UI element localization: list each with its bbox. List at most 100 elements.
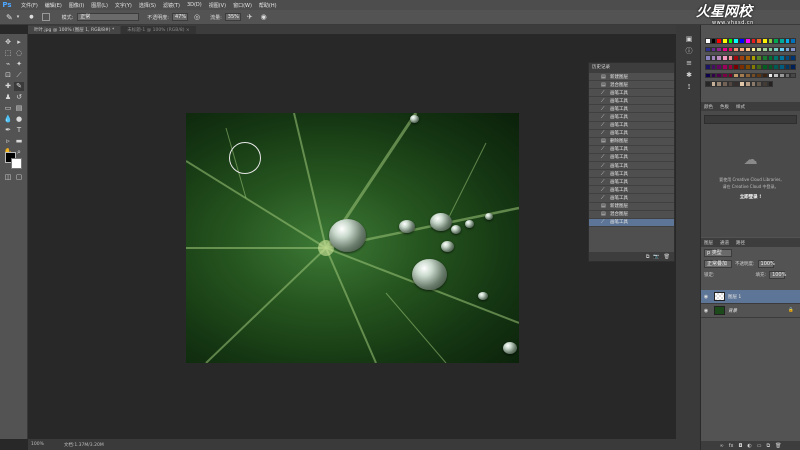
color-swatch[interactable]	[790, 63, 796, 70]
pressure-opacity-icon[interactable]: ◎	[194, 13, 200, 21]
menu-filter[interactable]: 滤镜(T)	[163, 2, 180, 9]
mode-select[interactable]: 正常	[77, 13, 140, 21]
history-item[interactable]: ⟋ 画笔工具	[589, 146, 674, 154]
tab-layers[interactable]: 图层	[704, 240, 713, 246]
swatches-panel[interactable]	[705, 38, 797, 90]
properties-icon[interactable]: ≡	[684, 59, 694, 68]
layer-row-1[interactable]: ◉ 图层 1	[701, 290, 800, 304]
history-item[interactable]: ⟋ 画笔工具	[589, 162, 674, 171]
color-swatch[interactable]	[790, 72, 796, 79]
history-item[interactable]: ⟋ 画笔工具	[589, 97, 674, 106]
gradient-tool-icon[interactable]: ▤	[14, 104, 24, 113]
artboard-tool-icon[interactable]: ▸	[14, 38, 24, 47]
opacity-input[interactable]: 47%	[171, 13, 188, 21]
blur-tool-icon[interactable]: 💧	[3, 115, 13, 124]
zoom-level[interactable]: 100%	[31, 442, 44, 447]
visibility-eye-icon[interactable]: ◉	[701, 308, 711, 314]
history-item[interactable]: ⟋ 画笔工具	[589, 170, 674, 179]
menu-window[interactable]: 窗口(W)	[233, 2, 252, 9]
color-swatch[interactable]	[767, 81, 774, 87]
tab-document-active[interactable]: 叶叶.jpg @ 100% (图层 1, RGB/8#) *	[28, 26, 121, 34]
brush-tool-icon[interactable]: ✎	[6, 13, 13, 22]
folder-icon[interactable]: ▭	[757, 443, 762, 449]
library-select[interactable]	[704, 115, 797, 124]
adjustment-layer-icon[interactable]: ◐	[747, 443, 751, 449]
history-brush-tool-icon[interactable]: ↺	[14, 93, 24, 102]
brush-size-label[interactable]: ●	[29, 14, 33, 20]
chevron-down-icon[interactable]: ▾	[17, 14, 20, 20]
menu-image[interactable]: 图像(I)	[69, 2, 84, 9]
new-document-icon[interactable]: ⧉	[646, 254, 650, 260]
tab-paths[interactable]: 路径	[736, 240, 745, 246]
tab-color[interactable]: 颜色	[704, 104, 713, 110]
crop-tool-icon[interactable]: ⊡	[3, 71, 13, 80]
background-color-swatch[interactable]	[11, 158, 22, 169]
eraser-tool-icon[interactable]: ▭	[3, 104, 13, 113]
eyedropper-tool-icon[interactable]: ⟋	[14, 71, 24, 80]
trash-icon[interactable]: 🗑	[664, 254, 670, 260]
quick-mask-icon[interactable]: ◫	[3, 173, 13, 182]
menu-edit[interactable]: 编辑(E)	[45, 2, 62, 9]
history-item[interactable]: ▤ 混合图层	[589, 81, 674, 90]
color-swatch[interactable]	[790, 55, 796, 61]
layer-opacity-input[interactable]: 100%	[757, 259, 775, 268]
menu-view[interactable]: 视图(V)	[209, 2, 226, 9]
layer-row-background[interactable]: ◉ 背景 🔒	[701, 304, 800, 318]
tab-styles[interactable]: 样式	[736, 104, 745, 110]
history-item[interactable]: ⟋ 画笔工具	[589, 130, 674, 138]
history-item[interactable]: ⟋ 画笔工具	[589, 105, 674, 114]
menu-file[interactable]: 文件(F)	[21, 2, 38, 9]
trash-icon[interactable]: 🗑	[775, 443, 781, 449]
history-item[interactable]: ▤ 删除图层	[589, 138, 674, 146]
tab-document-untitled[interactable]: 未标题-1 @ 100% (RGB/8) ×	[121, 26, 196, 34]
history-item[interactable]: ⟋ 画笔工具	[589, 154, 674, 163]
magic-wand-tool-icon[interactable]: ✦	[14, 60, 24, 69]
brush-panel-icon[interactable]	[41, 13, 50, 21]
clone-stamp-tool-icon[interactable]: ♟	[3, 93, 13, 102]
link-icon[interactable]: ∞	[720, 443, 724, 449]
tab-swatches[interactable]: 色板	[720, 104, 729, 110]
history-item[interactable]: ▤ 新建图层	[589, 203, 674, 211]
type-tool-icon[interactable]: T	[14, 126, 24, 135]
fx-icon[interactable]: fx	[729, 443, 734, 449]
screen-mode-icon[interactable]: ▢	[14, 173, 24, 182]
layer-kind-filter[interactable]: p 类型	[704, 248, 732, 257]
mask-icon[interactable]: ◘	[738, 443, 742, 449]
lasso-tool-icon[interactable]: ◌	[14, 49, 24, 58]
menu-select[interactable]: 选择(S)	[139, 2, 156, 9]
history-item[interactable]: ⟋ 画笔工具	[589, 218, 674, 227]
history-item[interactable]: ▤ 混合图层	[589, 211, 674, 219]
blend-mode-select[interactable]: 正常叠加	[704, 259, 732, 268]
history-item[interactable]: ⟋ 画笔工具	[589, 122, 674, 130]
rectangle-tool-icon[interactable]: ▬	[14, 137, 24, 146]
history-item[interactable]: ▤ 新建图层	[589, 73, 674, 82]
history-item[interactable]: ⟋ 画笔工具	[589, 186, 674, 195]
menu-type[interactable]: 文字(Y)	[115, 2, 132, 9]
airbrush-icon[interactable]: ✈	[247, 13, 253, 21]
menu-layer[interactable]: 图层(L)	[91, 2, 108, 9]
history-panel-title[interactable]: 历史记录	[589, 63, 674, 73]
info-icon[interactable]: ⓘ	[684, 47, 694, 56]
quick-select-tool-icon[interactable]: ⌁	[3, 60, 13, 69]
menu-help[interactable]: 帮助(H)	[259, 2, 277, 9]
color-swatch[interactable]	[790, 46, 796, 53]
fill-input[interactable]: 100%	[769, 270, 786, 279]
new-layer-icon[interactable]: ⧉	[767, 443, 771, 449]
history-item[interactable]: ⟋ 画笔工具	[589, 113, 674, 122]
login-link[interactable]: 立即登录 !	[701, 194, 800, 200]
flow-input[interactable]: 35%	[224, 13, 241, 21]
history-item[interactable]: ⟋ 画笔工具	[589, 89, 674, 98]
visibility-eye-icon[interactable]: ◉	[701, 294, 711, 300]
history-item[interactable]: ⟋ 画笔工具	[589, 178, 674, 187]
clone-source-icon[interactable]: ⟟	[684, 83, 694, 92]
tab-channels[interactable]: 通道	[720, 240, 729, 246]
path-select-tool-icon[interactable]: ▹	[3, 137, 13, 146]
move-tool-icon[interactable]: ✥	[3, 38, 13, 47]
pressure-size-icon[interactable]: ◉	[261, 13, 267, 21]
snapshot-icon[interactable]: 📷	[653, 254, 659, 260]
history-item[interactable]: ⟋ 画笔工具	[589, 194, 674, 203]
menu-3d[interactable]: 3D(D)	[187, 2, 202, 8]
brush-tool-icon[interactable]: ✎	[14, 82, 24, 91]
healing-tool-icon[interactable]: ✚	[3, 82, 13, 91]
dodge-tool-icon[interactable]: ●	[14, 115, 24, 124]
